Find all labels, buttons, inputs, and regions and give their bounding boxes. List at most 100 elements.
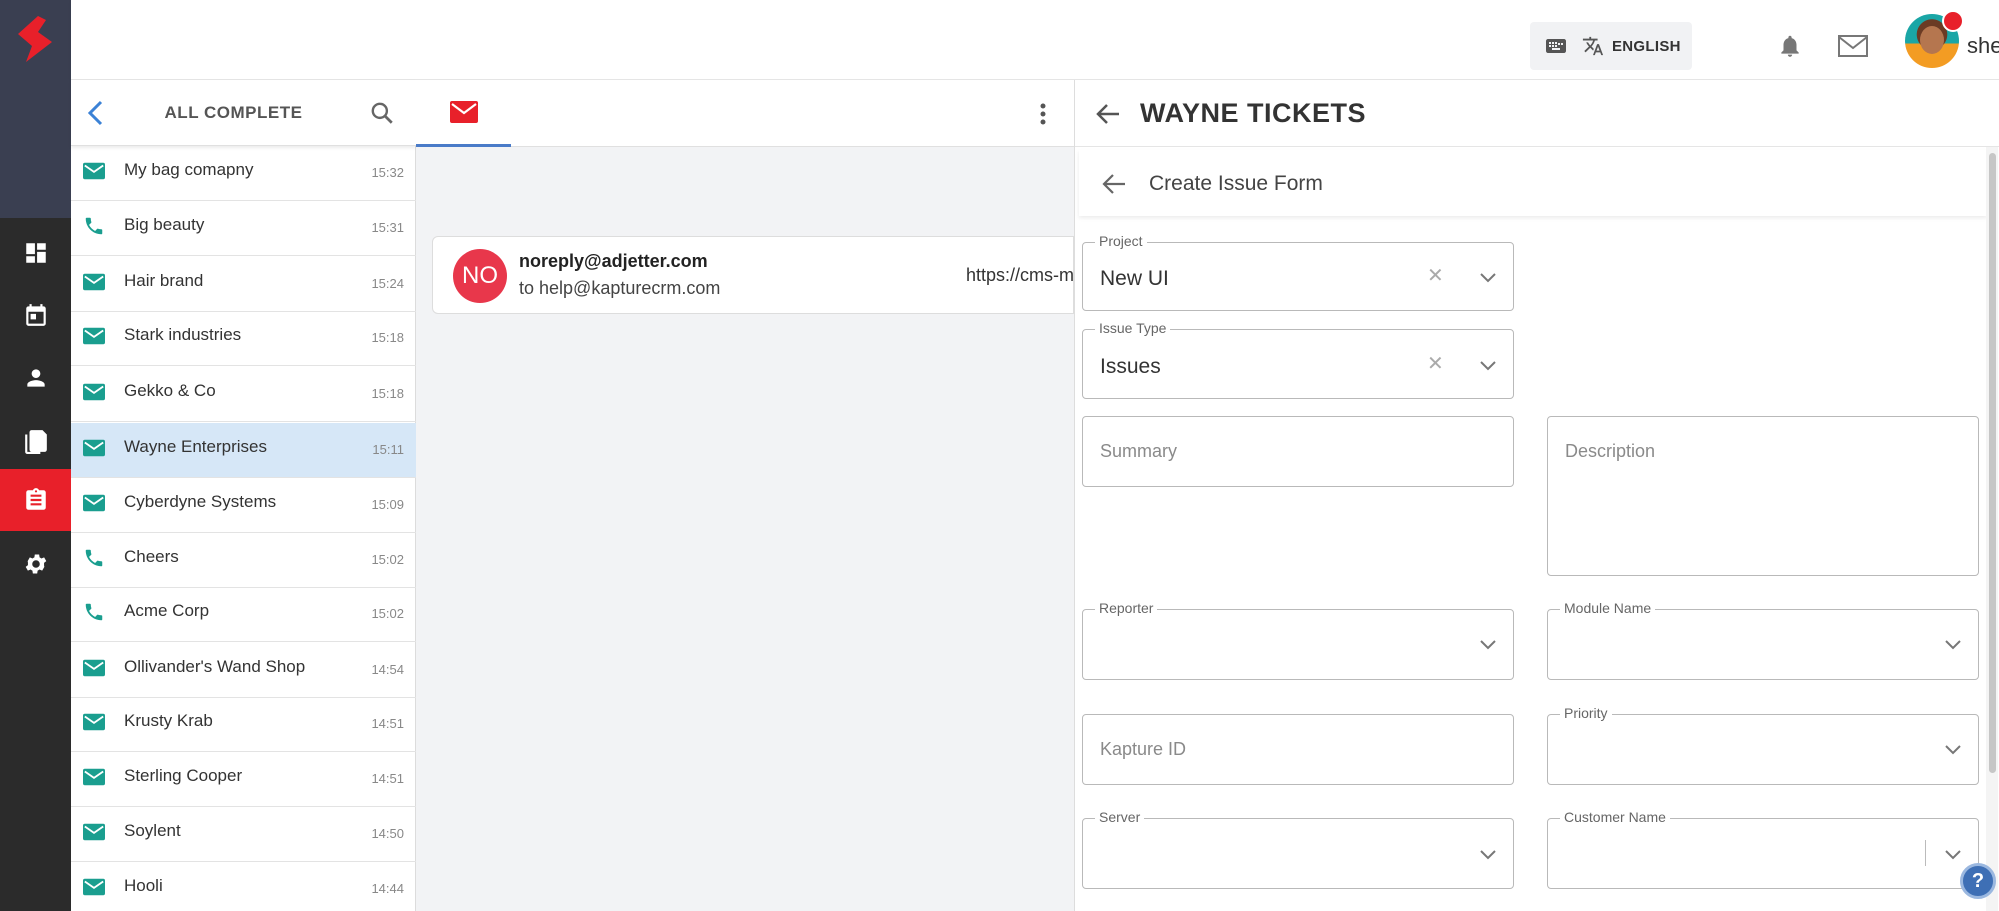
conversation-item[interactable]: Sterling Cooper 14:51 [71, 752, 416, 807]
conversation-list-panel: ALL COMPLETE My bag comapny 15:32 Big beau… [71, 80, 416, 911]
conversation-time: 15:02 [371, 606, 404, 621]
issue-type-label: Issue Type [1095, 320, 1171, 336]
mail-icon [83, 713, 105, 731]
conversation-name: Hair brand [124, 271, 204, 290]
top-bar: 8 ENGLISH shelly [71, 0, 1999, 80]
project-select[interactable]: Project New UI ✕ [1082, 233, 1514, 311]
conversation-item[interactable]: Hooli 14:44 [71, 862, 416, 911]
conversation-name: My bag comapny [124, 160, 254, 179]
conversation-name: Soylent [124, 821, 181, 840]
project-label: Project [1095, 233, 1147, 249]
sidebar-item-tickets[interactable] [0, 469, 71, 531]
question-icon: ? [1971, 869, 1985, 892]
server-select[interactable]: Server [1082, 809, 1514, 889]
module-name-select[interactable]: Module Name [1547, 600, 1979, 680]
bell-icon[interactable] [1777, 32, 1803, 60]
more-vertical-icon[interactable] [1039, 102, 1047, 126]
conversation-item[interactable]: Cheers 15:02 [71, 533, 416, 588]
phone-icon [85, 217, 103, 235]
conversation-item[interactable]: Ollivander's Wand Shop 14:54 [71, 643, 416, 698]
email-panel: NO noreply@adjetter.com to help@kapturec… [416, 80, 1074, 911]
avatar-face [1920, 26, 1944, 54]
language-label: ENGLISH [1612, 37, 1681, 55]
form-header: Create Issue Form [1079, 150, 1987, 216]
conversation-item[interactable]: Hair brand 15:24 [71, 257, 416, 312]
priority-select[interactable]: Priority [1547, 705, 1979, 785]
conversation-item[interactable]: My bag comapny 15:32 [71, 146, 416, 201]
conversation-time: 15:18 [371, 330, 404, 345]
clear-icon[interactable]: ✕ [1427, 351, 1444, 376]
chevron-down-icon[interactable] [1480, 273, 1496, 283]
conversation-time: 15:32 [371, 165, 404, 180]
customer-name-select[interactable]: Customer Name [1547, 809, 1979, 889]
chevron-down-icon[interactable] [1945, 745, 1961, 755]
mail-icon[interactable] [1838, 34, 1868, 58]
chevron-down-icon[interactable] [1945, 850, 1961, 860]
mail-icon [83, 327, 105, 345]
conversation-name: Big beauty [124, 215, 205, 234]
scrollbar-thumb[interactable] [1989, 153, 1996, 773]
email-message-card[interactable]: NO noreply@adjetter.com to help@kapturec… [432, 236, 1074, 314]
back-arrow-icon[interactable] [1095, 102, 1121, 126]
chevron-down-icon[interactable] [1945, 640, 1961, 650]
sidebar-item-contacts[interactable] [0, 347, 71, 409]
kapture-id-placeholder: Kapture ID [1100, 739, 1187, 759]
conversation-time: 15:09 [371, 497, 404, 512]
sidebar-item-documents[interactable] [0, 410, 71, 472]
conversation-name: Stark industries [124, 325, 242, 344]
mail-icon [83, 439, 105, 457]
user-name[interactable]: shelly [1967, 33, 1999, 59]
conversation-name: Krusty Krab [124, 711, 213, 730]
mail-icon [83, 383, 105, 401]
conversation-item[interactable]: Wayne Enterprises 15:11 [71, 423, 416, 478]
phone-icon [85, 549, 103, 567]
conversation-item[interactable]: Gekko & Co 15:18 [71, 367, 416, 422]
description-textarea[interactable]: Description [1547, 416, 1979, 576]
help-button[interactable]: ? [1960, 863, 1996, 899]
sidebar-item-dashboard[interactable] [0, 222, 71, 284]
mail-icon [83, 823, 105, 841]
kapture-logo[interactable] [18, 16, 52, 62]
sidebar-item-calendar[interactable] [0, 284, 71, 346]
search-icon[interactable] [369, 100, 395, 126]
chevron-down-icon[interactable] [1480, 640, 1496, 650]
sidebar-item-settings[interactable] [0, 533, 71, 595]
mail-icon [83, 162, 105, 180]
issue-type-select[interactable]: Issue Type Issues ✕ [1082, 320, 1514, 399]
email-link[interactable]: https://cms-ma [966, 265, 1073, 286]
conversation-item[interactable]: Stark industries 15:18 [71, 311, 416, 366]
conversation-item[interactable]: Krusty Krab 14:51 [71, 697, 416, 752]
form-scrollbar[interactable] [1986, 147, 1998, 911]
mail-tab-icon [449, 101, 478, 123]
conversation-time: 14:54 [371, 662, 404, 677]
reporter-select[interactable]: Reporter [1082, 600, 1514, 680]
kapture-id-input[interactable]: Kapture ID [1082, 714, 1514, 785]
conversation-item[interactable]: Big beauty 15:31 [71, 201, 416, 256]
clear-icon[interactable]: ✕ [1427, 263, 1444, 288]
mail-icon [83, 878, 105, 896]
back-arrow-icon[interactable] [1101, 172, 1127, 196]
conversation-name: Wayne Enterprises [124, 437, 267, 456]
conversation-name: Gekko & Co [124, 381, 216, 400]
chevron-down-icon[interactable] [1480, 850, 1496, 860]
ticket-header: WAYNE TICKETS [1075, 80, 1999, 147]
project-value: New UI [1100, 267, 1169, 290]
list-title: ALL COMPLETE [164, 103, 303, 122]
settings-icon [25, 554, 46, 574]
mail-icon [83, 659, 105, 677]
language-selector[interactable]: ENGLISH [1530, 22, 1692, 70]
summary-input[interactable]: Summary [1082, 416, 1514, 487]
left-rail [0, 0, 71, 911]
conversation-item[interactable]: Cyberdyne Systems 15:09 [71, 478, 416, 533]
chevron-down-icon[interactable] [1480, 361, 1496, 371]
conversation-item[interactable]: Soylent 14:50 [71, 807, 416, 862]
conversation-time: 15:02 [371, 552, 404, 567]
conversation-item[interactable]: Acme Corp 15:02 [71, 587, 416, 642]
email-sender: noreply@adjetter.com [519, 251, 708, 271]
ticket-panel: WAYNE TICKETS Create Issue Form Project … [1074, 80, 1999, 911]
conversation-time: 14:51 [371, 771, 404, 786]
email-tabs [416, 80, 1074, 147]
documents-icon [24, 430, 47, 454]
mail-icon [83, 494, 105, 512]
tab-email[interactable] [416, 80, 511, 147]
